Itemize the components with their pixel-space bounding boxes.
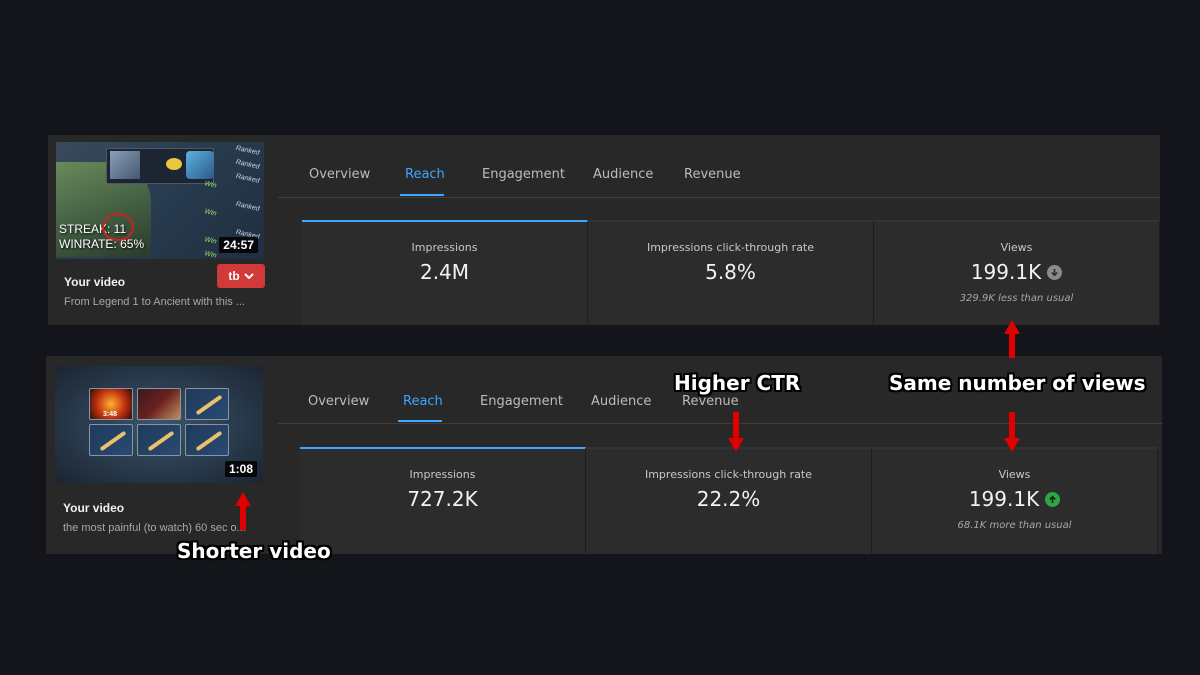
impressions-card[interactable]: Impressions 727.2K [300, 447, 586, 554]
thumb-winrate: WINRATE: 65% [59, 237, 145, 251]
video-duration: 24:57 [219, 237, 258, 253]
views-card[interactable]: Views 199.1K 329.9K less than usual [874, 220, 1160, 325]
card-value: 2.4M [419, 260, 470, 284]
tab-audience[interactable]: Audience [593, 167, 653, 182]
annotation-same-views: Same number of views [889, 371, 1146, 395]
arrow-down-annotation [1004, 412, 1020, 452]
card-label: Impressions [409, 468, 476, 481]
arrow-up-icon [1045, 491, 1061, 507]
card-label: Views [998, 468, 1031, 481]
tab-reach[interactable]: Reach [405, 167, 445, 182]
arrow-down-icon [1047, 264, 1063, 280]
item-icon [89, 424, 133, 456]
card-value: 5.8% [705, 260, 756, 284]
annotation-higher-ctr: Higher CTR [674, 371, 801, 395]
video-title: Your video [63, 501, 125, 515]
arrow-up-annotation [235, 492, 251, 530]
item-icon [166, 158, 182, 170]
tab-revenue[interactable]: Revenue [684, 167, 741, 182]
item-icon: 3:48 [89, 388, 133, 420]
active-tab-indicator [400, 194, 444, 196]
tab-audience[interactable]: Audience [591, 394, 651, 409]
analytics-panel-top: Ranked Ranked Ranked Win Ranked Win Rank… [48, 135, 1160, 325]
video-title: Your video [64, 275, 126, 289]
video-thumbnail[interactable]: 3:48 1:08 [55, 366, 263, 483]
ctr-card[interactable]: Impressions click-through rate 22.2% [586, 447, 872, 554]
chevron-down-icon [243, 273, 254, 279]
card-note: 329.9K less than usual [959, 293, 1074, 304]
tab-revenue[interactable]: Revenue [682, 394, 739, 409]
card-value: 199.1K [874, 260, 1159, 284]
item-icon [137, 388, 181, 420]
card-value: 199.1K [872, 487, 1157, 511]
ctr-card[interactable]: Impressions click-through rate 5.8% [588, 220, 874, 325]
views-card[interactable]: Views 199.1K 68.1K more than usual [872, 447, 1158, 554]
active-tab-indicator [398, 420, 442, 422]
tab-overview[interactable]: Overview [309, 167, 370, 182]
impressions-card[interactable]: Impressions 2.4M [302, 220, 588, 325]
tab-engagement[interactable]: Engagement [482, 167, 565, 182]
card-label: Views [1000, 241, 1033, 254]
tubebuddy-logo: tb [228, 269, 240, 283]
metric-cards: Impressions 2.4M Impressions click-throu… [302, 220, 1160, 325]
highlight-circle [102, 213, 134, 241]
arrow-up-annotation [1004, 320, 1020, 358]
metric-cards: Impressions 727.2K Impressions click-thr… [300, 447, 1158, 554]
card-label: Impressions [411, 241, 478, 254]
video-thumbnail[interactable]: Ranked Ranked Ranked Win Ranked Win Rank… [56, 142, 264, 259]
tab-bar: Overview Reach Engagement Audience Reven… [278, 135, 1160, 198]
card-note: 68.1K more than usual [957, 520, 1072, 531]
card-value: 727.2K [407, 487, 478, 511]
cooldown-text: 3:48 [103, 411, 118, 418]
video-duration: 1:08 [224, 461, 257, 477]
video-subtitle: From Legend 1 to Ancient with this ... [64, 296, 245, 308]
tab-engagement[interactable]: Engagement [480, 394, 563, 409]
video-subtitle: the most painful (to watch) 60 sec o... [63, 522, 246, 534]
tubebuddy-button[interactable]: tb [217, 264, 265, 288]
card-label: Impressions click-through rate [646, 241, 815, 254]
item-icon [137, 424, 181, 456]
tab-reach[interactable]: Reach [403, 394, 443, 409]
card-value: 22.2% [696, 487, 761, 511]
card-label: Impressions click-through rate [644, 468, 813, 481]
annotation-shorter-video: Shorter video [177, 539, 331, 563]
tab-overview[interactable]: Overview [308, 394, 369, 409]
item-icon [110, 151, 140, 179]
item-icon [185, 388, 229, 420]
arrow-down-annotation [728, 412, 744, 452]
item-icon [185, 424, 229, 456]
item-grid: 3:48 [89, 388, 233, 458]
